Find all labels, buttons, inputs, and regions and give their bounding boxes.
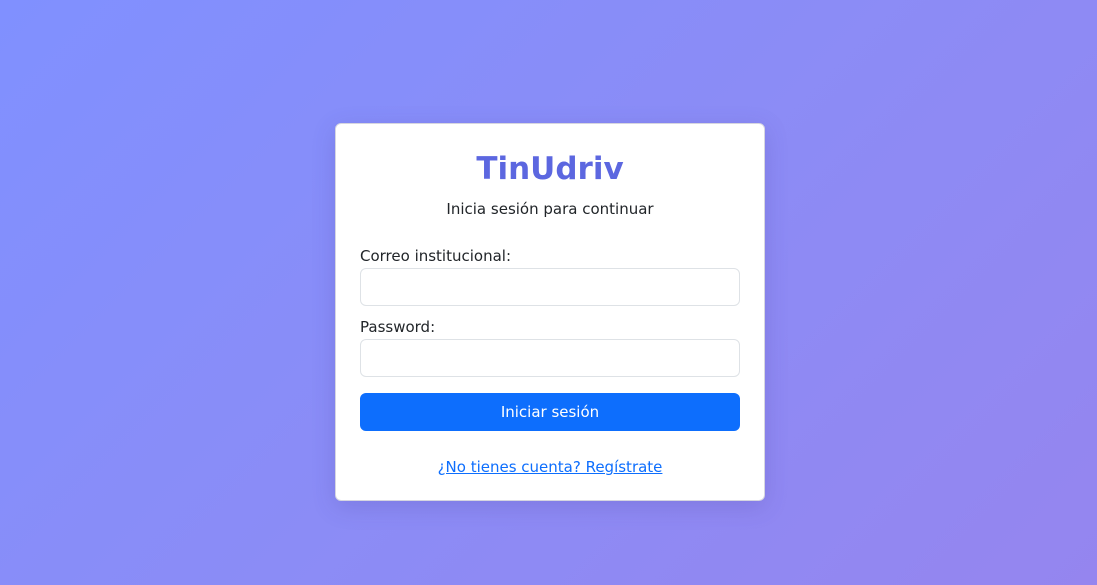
login-card: TinUdriv Inicia sesión para continuar Co… [335,123,765,501]
email-field[interactable] [360,268,740,306]
brand-title: TinUdriv [476,151,624,187]
login-form: Correo institucional: Password: Iniciar … [360,246,740,431]
email-label: Correo institucional: [360,247,512,265]
password-field[interactable] [360,339,740,377]
password-label: Password: [360,318,436,336]
register-section: ¿No tienes cuenta? Regístrate [360,457,740,477]
register-link[interactable]: ¿No tienes cuenta? Regístrate [438,458,663,476]
login-subtitle: Inicia sesión para continuar [446,200,654,218]
login-button[interactable]: Iniciar sesión [360,393,740,431]
